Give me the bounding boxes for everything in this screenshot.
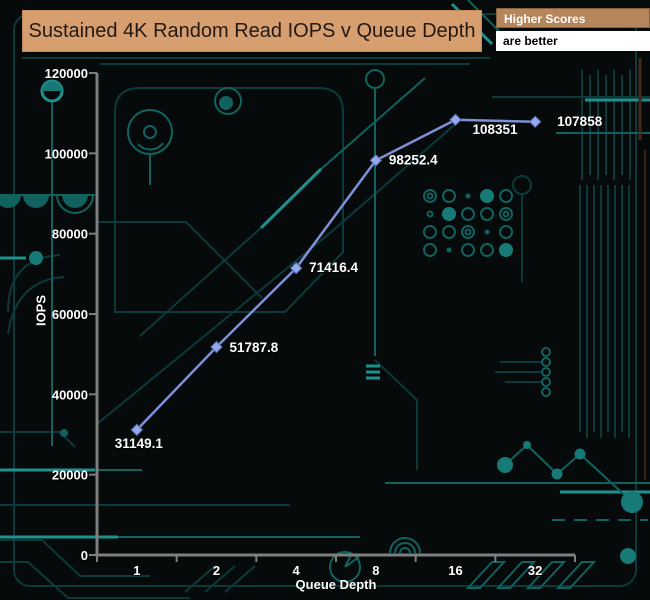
data-point-label: 71416.4 <box>309 260 358 275</box>
y-tick-label: 100000 <box>45 146 88 161</box>
data-point-label: 51787.8 <box>230 340 279 355</box>
legend-are-better: are better <box>496 31 650 51</box>
benchmark-chart-screenshot: 0 20000 40000 60000 80000 100000 120000 1 2 4 8 16 3… <box>0 0 650 600</box>
y-tick-label: 80000 <box>52 227 88 242</box>
x-tick-label: 16 <box>448 563 462 578</box>
axis-ticks: 0 20000 40000 60000 80000 100000 120000 1 2 4 8 16 3… <box>45 66 576 578</box>
y-axis-title: IOPS <box>33 294 49 327</box>
y-tick-label: 60000 <box>52 307 88 322</box>
y-tick-label: 120000 <box>45 66 88 81</box>
x-tick-label: 4 <box>293 563 301 578</box>
y-tick-label: 20000 <box>52 468 88 483</box>
data-point-marker <box>528 115 542 128</box>
x-tick-label: 1 <box>133 563 140 578</box>
x-tick-label: 32 <box>528 563 542 578</box>
x-tick-label: 8 <box>372 563 379 578</box>
data-point-marker <box>449 113 462 126</box>
data-series: 31149.1 51787.8 71416.4 98252.4 108351 107858 <box>115 113 603 451</box>
data-point-label: 107858 <box>557 114 603 129</box>
y-tick-label: 0 <box>81 548 88 563</box>
x-axis-title: Queue Depth <box>295 577 377 592</box>
x-tick-label: 2 <box>213 563 220 578</box>
data-point-label: 108351 <box>473 122 519 137</box>
y-tick-label: 40000 <box>52 387 88 402</box>
data-point-label: 31149.1 <box>115 436 164 451</box>
chart-title: Sustained 4K Random Read IOPS v Queue De… <box>22 10 482 52</box>
data-point-label: 98252.4 <box>389 152 438 167</box>
iops-line-chart: 0 20000 40000 60000 80000 100000 120000 1 2 4 8 16 3… <box>45 66 603 578</box>
legend-higher-scores: Higher Scores <box>496 8 650 28</box>
